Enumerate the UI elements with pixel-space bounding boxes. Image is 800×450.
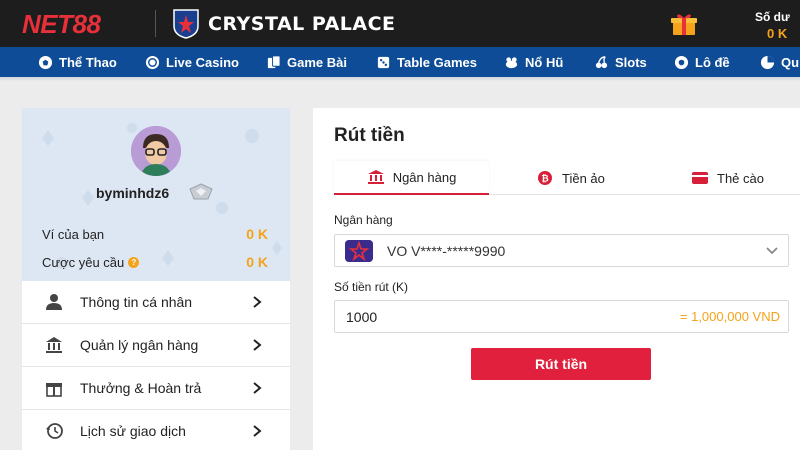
bank-field-label: Ngân hàng: [334, 213, 393, 227]
nav-shadow: [0, 77, 800, 81]
rank-badge-icon: [189, 183, 213, 200]
soccer-ball-icon: [38, 55, 53, 69]
avatar[interactable]: [131, 126, 181, 176]
amount-converted: = 1,000,000 VND: [679, 309, 780, 324]
avatar-face-icon: [131, 126, 181, 176]
crystal-palace-crest-icon: [173, 9, 199, 39]
tab-label: Thẻ cào: [717, 170, 764, 186]
nav-item-the-thao[interactable]: Thể Thao: [38, 47, 117, 77]
gift-icon[interactable]: [670, 12, 698, 36]
bet-required-text: Cược yêu cầu: [42, 255, 125, 270]
nav-item-more[interactable]: Qu: [760, 47, 799, 77]
nav-label: Lô đề: [695, 54, 730, 70]
page-title: Rút tiền: [334, 125, 405, 146]
nav-item-no-hu[interactable]: Nổ Hũ: [504, 47, 563, 77]
bank-icon: [367, 170, 384, 184]
bitcoin-icon: ₿: [538, 171, 552, 185]
menu-item-label: Lịch sử giao dịch: [80, 423, 186, 439]
nav-label: Thể Thao: [59, 54, 117, 70]
tab-crypto[interactable]: ₿ Tiền ảo: [536, 161, 605, 195]
menu-item-personal-info[interactable]: Thông tin cá nhân: [22, 281, 290, 324]
bank-icon: [46, 337, 62, 353]
amount-value: 1000: [346, 309, 378, 325]
casino-chip-icon: [145, 55, 160, 69]
amount-field-label: Số tiền rút (K): [334, 280, 409, 294]
gift-icon: [46, 383, 62, 397]
nav-label: Table Games: [397, 54, 477, 70]
site-logo[interactable]: NET88: [22, 9, 101, 40]
menu-item-bank-management[interactable]: Quản lý ngân hàng: [22, 324, 290, 367]
chevron-right-icon: [253, 425, 262, 437]
tab-label: Tiền ảo: [562, 170, 605, 186]
balance-label: Số dư: [755, 10, 790, 24]
nav-label: Nổ Hũ: [525, 54, 564, 70]
selected-bank-account: VO V****-*****9990: [387, 243, 506, 259]
nav-label: Qu: [781, 54, 800, 70]
chevron-right-icon: [253, 296, 262, 308]
history-icon: [46, 423, 63, 439]
user-icon: [46, 294, 62, 310]
bank-select[interactable]: VO V****-*****9990: [334, 234, 789, 267]
chevron-right-icon: [253, 382, 262, 394]
withdraw-panel: Rút tiền Ngân hàng ₿ Tiền ảo Thẻ cào Ngâ…: [313, 108, 800, 450]
bet-required-label: Cược yêu cầu ?: [42, 255, 140, 270]
chevron-down-icon: [766, 247, 778, 255]
info-icon[interactable]: ?: [128, 257, 140, 268]
nav-label: Slots: [615, 54, 647, 70]
nav-label: Live Casino: [166, 54, 239, 70]
nav-item-lo-de[interactable]: Lô đề: [674, 47, 730, 77]
menu-item-transaction-history[interactable]: Lịch sử giao dịch: [22, 410, 290, 450]
cards-icon: [267, 54, 281, 68]
dice-icon: [377, 56, 390, 68]
nav-item-slots[interactable]: Slots: [594, 47, 647, 77]
menu-item-rewards[interactable]: Thưởng & Hoàn trả: [22, 367, 290, 410]
wallet-value: 0 K: [246, 226, 268, 242]
withdraw-submit-button[interactable]: Rút tiền: [471, 348, 651, 380]
tab-label: Ngân hàng: [392, 169, 457, 185]
username: byminhdz6: [96, 185, 170, 201]
nav-item-live-casino[interactable]: Live Casino: [145, 47, 239, 77]
tab-bank[interactable]: Ngân hàng: [334, 161, 489, 195]
amount-input[interactable]: 1000 = 1,000,000 VND: [334, 300, 789, 333]
nav-label: Game Bài: [287, 54, 347, 70]
club-name: CRYSTAL PALACE: [208, 13, 396, 35]
chevron-right-icon: [253, 339, 262, 351]
profile-card: byminhdz6 Ví của bạn 0 K Cược yêu cầu ? …: [22, 108, 290, 281]
menu-item-label: Thưởng & Hoàn trả: [80, 380, 202, 396]
wallet-label: Ví của bạn: [42, 227, 105, 242]
nav-item-game-bai[interactable]: Game Bài: [266, 47, 347, 77]
balance-value: 0 K: [767, 26, 788, 41]
logo-divider: [155, 10, 156, 37]
bank-logo-icon: [345, 240, 373, 262]
jackpot-icon: [505, 56, 518, 68]
account-menu: Thông tin cá nhân Quản lý ngân hàng Thưở…: [22, 281, 290, 450]
cherry-icon: [595, 55, 608, 68]
main-nav: Thể Thao Live Casino Game Bài Table Game…: [0, 47, 800, 77]
bet-required-value: 0 K: [246, 254, 268, 270]
lottery-ball-icon: [674, 55, 689, 69]
menu-item-label: Thông tin cá nhân: [80, 294, 193, 310]
withdraw-method-tabs: Ngân hàng ₿ Tiền ảo Thẻ cào: [334, 161, 800, 195]
svg-text:₿: ₿: [541, 174, 548, 185]
tab-scratch-card[interactable]: Thẻ cào: [691, 161, 764, 195]
pie-icon: [760, 55, 775, 69]
top-header: NET88 CRYSTAL PALACE Số dư 0 K: [0, 0, 800, 47]
nav-item-table-games[interactable]: Table Games: [376, 47, 477, 77]
menu-item-label: Quản lý ngân hàng: [80, 337, 199, 353]
card-icon: [692, 172, 708, 184]
